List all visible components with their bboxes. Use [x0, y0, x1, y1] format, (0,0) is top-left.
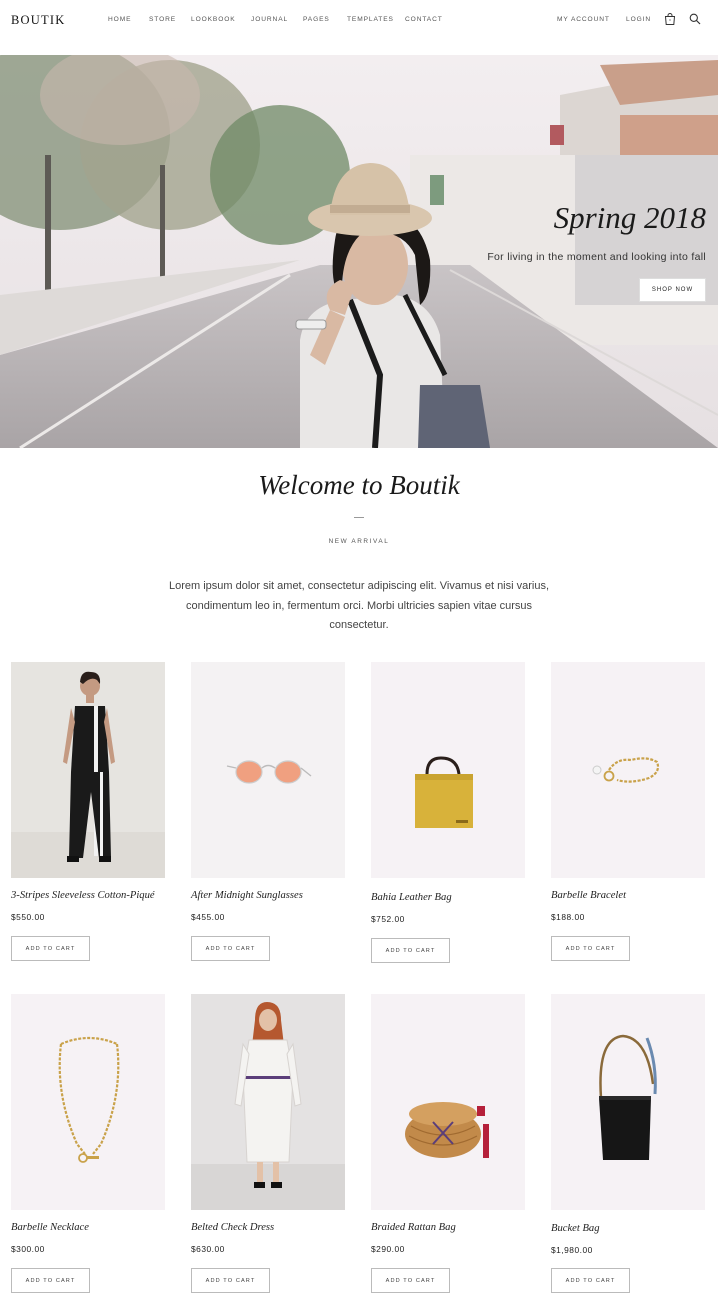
product-image[interactable]: [191, 662, 345, 878]
product-image[interactable]: [11, 662, 165, 878]
site-header: BOUTIK HOME STORE LOOKBOOK JOURNAL PAGES…: [0, 0, 718, 55]
product-name[interactable]: Barbelle Bracelet: [551, 890, 626, 901]
shop-now-button[interactable]: SHOP NOW: [639, 278, 706, 302]
product-name[interactable]: 3-Stripes Sleeveless Cotton-Piqué: [11, 890, 155, 901]
add-to-cart-button[interactable]: ADD TO CART: [371, 938, 450, 963]
product-name[interactable]: Braided Rattan Bag: [371, 1222, 456, 1233]
nav-store[interactable]: STORE: [149, 16, 176, 23]
product-image[interactable]: [371, 662, 525, 878]
add-to-cart-button[interactable]: ADD TO CART: [191, 1268, 270, 1293]
product-image[interactable]: [11, 994, 165, 1210]
product-image[interactable]: [551, 994, 705, 1210]
add-to-cart-button[interactable]: ADD TO CART: [11, 936, 90, 961]
nav-templates[interactable]: TEMPLATES: [347, 16, 394, 23]
product-price: $300.00: [11, 1244, 45, 1254]
welcome-title: Welcome to Boutik: [258, 470, 460, 500]
product-name[interactable]: Bahia Leather Bag: [371, 892, 452, 903]
nav-contact[interactable]: CONTACT: [405, 16, 443, 23]
product-name[interactable]: Barbelle Necklace: [11, 1222, 89, 1233]
product-price: $455.00: [191, 912, 225, 922]
product-name[interactable]: Belted Check Dress: [191, 1222, 274, 1233]
search-icon[interactable]: [688, 12, 702, 26]
product-name[interactable]: Bucket Bag: [551, 1223, 600, 1234]
new-arrival-label: NEW ARRIVAL: [328, 538, 390, 545]
intro-text: Lorem ipsum dolor sit amet, consectetur …: [168, 580, 550, 631]
nav-pages[interactable]: PAGES: [303, 16, 330, 23]
hero-subtitle: For living in the moment and looking int…: [487, 251, 706, 263]
nav-home[interactable]: HOME: [108, 16, 131, 23]
nav-journal[interactable]: JOURNAL: [251, 16, 288, 23]
add-to-cart-button[interactable]: ADD TO CART: [551, 1268, 630, 1293]
product-price: $550.00: [11, 912, 45, 922]
nav-lookbook[interactable]: LOOKBOOK: [191, 16, 236, 23]
add-to-cart-button[interactable]: ADD TO CART: [191, 936, 270, 961]
hero-title: Spring 2018: [553, 200, 706, 235]
add-to-cart-button[interactable]: ADD TO CART: [551, 936, 630, 961]
add-to-cart-button[interactable]: ADD TO CART: [371, 1268, 450, 1293]
site-logo[interactable]: BOUTIK: [11, 13, 65, 28]
product-image[interactable]: [371, 994, 525, 1210]
hero-banner: Spring 2018 For living in the moment and…: [0, 55, 718, 448]
shopping-bag-icon[interactable]: [663, 12, 677, 26]
product-price: $1,980.00: [551, 1245, 593, 1255]
product-price: $188.00: [551, 912, 585, 922]
title-divider: [354, 517, 364, 518]
product-price: $630.00: [191, 1244, 225, 1254]
product-image[interactable]: [551, 662, 705, 878]
add-to-cart-button[interactable]: ADD TO CART: [11, 1268, 90, 1293]
product-price: $290.00: [371, 1244, 405, 1254]
my-account-link[interactable]: MY ACCOUNT: [557, 16, 610, 23]
login-link[interactable]: LOGIN: [626, 16, 651, 23]
product-name[interactable]: After Midnight Sunglasses: [191, 890, 303, 901]
product-image[interactable]: [191, 994, 345, 1210]
product-price: $752.00: [371, 914, 405, 924]
